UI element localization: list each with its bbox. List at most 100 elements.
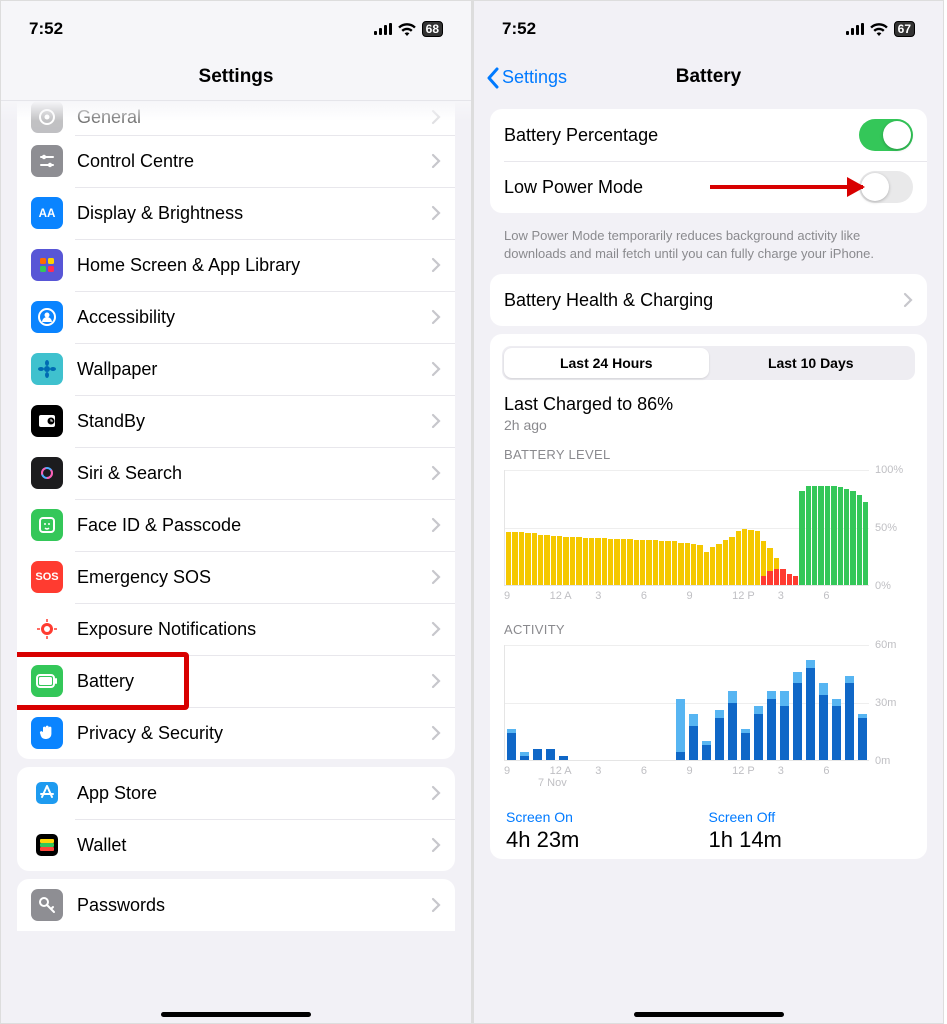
low-power-note: Low Power Mode temporarily reduces backg… — [474, 221, 943, 266]
x-tick: 3 — [778, 590, 824, 602]
row-label: Siri & Search — [77, 463, 431, 484]
battery-scroll[interactable]: Battery Percentage Low Power Mode Low Pow… — [474, 101, 943, 1023]
battery-icon — [31, 665, 63, 697]
row-label: Accessibility — [77, 307, 431, 328]
battery-health-row[interactable]: Battery Health & Charging — [490, 274, 927, 326]
settings-row-standby[interactable]: StandBy — [17, 395, 455, 447]
settings-row-face-id-passcode[interactable]: Face ID & Passcode — [17, 499, 455, 551]
toggle-row-low-power-mode[interactable]: Low Power Mode — [490, 161, 927, 213]
row-label: Battery Health & Charging — [504, 290, 903, 311]
x-tick: 9 — [687, 765, 733, 777]
chevron-right-icon — [431, 205, 441, 221]
settings-scroll[interactable]: General Control Centre AA Display & Brightn… — [1, 101, 471, 1023]
chevron-right-icon — [431, 257, 441, 273]
chevron-right-icon — [431, 897, 441, 913]
cellular-icon — [374, 23, 392, 35]
chevron-right-icon — [903, 292, 913, 308]
chevron-right-icon — [431, 725, 441, 741]
home-indicator[interactable] — [161, 1012, 311, 1017]
svg-text:AA: AA — [39, 207, 56, 220]
toggle-switch[interactable] — [859, 171, 913, 203]
x-tick: 9 — [687, 590, 733, 602]
chevron-right-icon — [431, 309, 441, 325]
settings-row-emergency-sos[interactable]: SOS Emergency SOS — [17, 551, 455, 603]
gear-icon — [31, 101, 63, 133]
chevron-right-icon — [431, 621, 441, 637]
siri-icon — [31, 457, 63, 489]
x-tick: 12 P — [732, 590, 778, 602]
toggle-row-battery-percentage[interactable]: Battery Percentage — [490, 109, 927, 161]
settings-row-battery[interactable]: Battery — [17, 655, 455, 707]
row-label: Passwords — [77, 895, 431, 916]
page-title: Settings — [199, 66, 274, 88]
segment-last-10-days[interactable]: Last 10 Days — [709, 348, 914, 378]
settings-row-general[interactable]: General — [17, 101, 455, 135]
settings-row-app-store[interactable]: App Store — [17, 767, 455, 819]
activity-title: ACTIVITY — [490, 602, 927, 643]
x-tick: 3 — [778, 765, 824, 777]
grid-icon — [31, 249, 63, 281]
chevron-right-icon — [431, 569, 441, 585]
chevron-right-icon — [431, 109, 441, 125]
settings-row-accessibility[interactable]: Accessibility — [17, 291, 455, 343]
segment-last-24-hours[interactable]: Last 24 Hours — [504, 348, 709, 378]
x-tick: 9 — [504, 765, 550, 777]
settings-row-siri-search[interactable]: Siri & Search — [17, 447, 455, 499]
row-label: Face ID & Passcode — [77, 515, 431, 536]
row-label: Display & Brightness — [77, 203, 431, 224]
settings-row-display-brightness[interactable]: AA Display & Brightness — [17, 187, 455, 239]
status-time: 7:52 — [29, 19, 63, 39]
settings-row-passwords[interactable]: Passwords — [17, 879, 455, 931]
back-label: Settings — [502, 67, 567, 88]
last-charged-label: Last Charged to 86% — [490, 394, 927, 415]
settings-row-exposure-notifications[interactable]: Exposure Notifications — [17, 603, 455, 655]
row-label: Battery Percentage — [504, 125, 859, 146]
hand-icon — [31, 717, 63, 749]
nav-header: Settings — [1, 53, 471, 101]
toggle-switch[interactable] — [859, 119, 913, 151]
stat-title: Screen On — [506, 809, 709, 825]
home-indicator[interactable] — [634, 1012, 784, 1017]
row-label: General — [77, 107, 431, 128]
settings-row-home-screen-app-library[interactable]: Home Screen & App Library — [17, 239, 455, 291]
stat-title: Screen Off — [709, 809, 912, 825]
nav-header: Settings Battery — [474, 53, 943, 101]
row-label: Wallet — [77, 835, 431, 856]
row-label: Control Centre — [77, 151, 431, 172]
flower-icon — [31, 353, 63, 385]
x-tick: 6 — [823, 765, 869, 777]
wifi-icon — [870, 23, 888, 36]
x-tick: 12 P — [732, 765, 778, 777]
chevron-right-icon — [431, 153, 441, 169]
settings-row-wallpaper[interactable]: Wallpaper — [17, 343, 455, 395]
battery-status-icon: 67 — [894, 21, 915, 37]
settings-row-control-centre[interactable]: Control Centre — [17, 135, 455, 187]
settings-row-privacy-security[interactable]: Privacy & Security — [17, 707, 455, 759]
x-tick: 6 — [641, 590, 687, 602]
activity-chart: 60m30m0m — [504, 645, 913, 761]
chevron-right-icon — [431, 517, 441, 533]
sos-icon: SOS — [31, 561, 63, 593]
battery-level-title: BATTERY LEVEL — [490, 433, 927, 468]
chevron-right-icon — [431, 361, 441, 377]
last-charged-time: 2h ago — [490, 415, 927, 433]
row-label: Home Screen & App Library — [77, 255, 431, 276]
back-button[interactable]: Settings — [486, 66, 567, 89]
x-tick: 12 A — [550, 590, 596, 602]
sliders-icon — [31, 145, 63, 177]
wifi-icon — [398, 23, 416, 36]
annotation-arrow — [710, 185, 863, 189]
stat-screen-on: Screen On4h 23m — [506, 809, 709, 853]
row-label: Emergency SOS — [77, 567, 431, 588]
row-label: Wallpaper — [77, 359, 431, 380]
settings-row-wallet[interactable]: Wallet — [17, 819, 455, 871]
x-tick: 9 — [504, 590, 550, 602]
chevron-right-icon — [431, 465, 441, 481]
x-tick: 3 — [595, 765, 641, 777]
x-tick: 3 — [595, 590, 641, 602]
x-tick: 6 — [641, 765, 687, 777]
sun-icon: AA — [31, 197, 63, 229]
cellular-icon — [846, 23, 864, 35]
chevron-right-icon — [431, 413, 441, 429]
x-tick: 12 A — [550, 765, 596, 777]
